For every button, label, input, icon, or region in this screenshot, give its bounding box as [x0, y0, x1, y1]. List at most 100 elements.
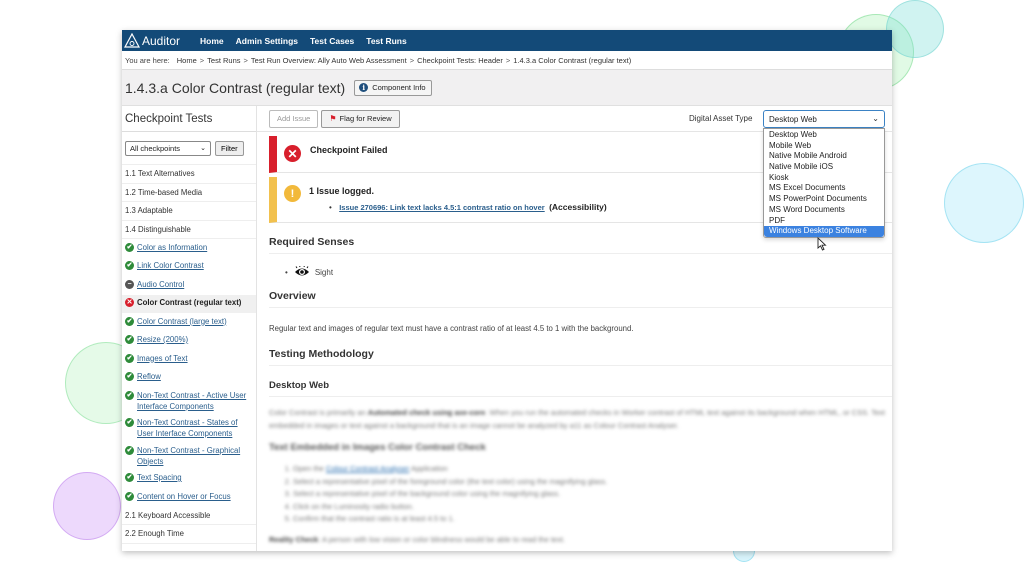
asset-type-option[interactable]: Windows Desktop Software: [764, 226, 884, 237]
step-text: Application: [409, 464, 448, 473]
step-item: Select a representative pixel of the for…: [293, 476, 892, 489]
breadcrumb-separator: >: [199, 55, 205, 65]
asset-type-option[interactable]: MS Word Documents: [764, 205, 884, 216]
bullet: •: [329, 203, 332, 212]
breadcrumb-home[interactable]: Home: [177, 56, 197, 65]
checkpoint-link[interactable]: Link Color Contrast: [137, 260, 204, 271]
mouse-cursor-icon: [817, 237, 827, 251]
check-circle-icon: ✔: [125, 445, 134, 455]
asset-type-option[interactable]: MS Excel Documents: [764, 183, 884, 194]
group-label: 1.4 Distinguishable: [125, 224, 191, 234]
breadcrumb-test-run-overview[interactable]: Test Run Overview: Ally Auto Web Assessm…: [251, 56, 407, 65]
nav-admin-settings[interactable]: Admin Settings: [236, 36, 298, 46]
sense-label: Sight: [314, 267, 334, 277]
checkpoint-sidebar: Checkpoint Tests All checkpoints ⌄ Filte…: [122, 106, 257, 551]
warning-icon: !: [284, 185, 301, 202]
asset-type-option[interactable]: Mobile Web: [764, 141, 884, 152]
checkpoint-link[interactable]: Text Spacing: [137, 472, 182, 483]
checkpoint-link[interactable]: Content on Hover or Focus: [137, 491, 231, 502]
checkpoint-link[interactable]: Color Contrast (large text): [137, 316, 227, 327]
sidebar-group[interactable]: 2.1 Keyboard Accessible: [122, 507, 256, 525]
decorative-circle: [944, 163, 1024, 243]
checkpoint-result: Checkpoint Failed: [310, 145, 388, 155]
sidebar-checkpoint: ✔ Color Contrast (large text): [122, 313, 256, 332]
overview-heading: Overview: [269, 290, 892, 308]
issue-link[interactable]: Issue 270696: Link text lacks 4.5:1 cont…: [339, 203, 545, 212]
component-info-button[interactable]: i Component Info: [354, 79, 432, 96]
checkpoint-link[interactable]: Non-Text Contrast - Graphical Objects: [137, 445, 253, 467]
sidebar-checkpoint: ✔ Reflow: [122, 369, 256, 388]
checkpoint-list: 1.1 Text Alternatives 1.2 Time-based Medi…: [122, 165, 256, 544]
asset-type-option[interactable]: MS PowerPoint Documents: [764, 194, 884, 205]
asset-type-dropdown: Desktop Web Mobile Web Native Mobile Andro…: [763, 128, 885, 238]
brand-logo[interactable]: Auditor: [124, 32, 181, 49]
sidebar-checkpoint: ✔ Resize (200%): [122, 332, 256, 351]
reality-check-text: : A person with low vision or color blin…: [318, 534, 566, 544]
asset-type-select[interactable]: Desktop Web ⌄: [763, 110, 885, 128]
asset-type-option[interactable]: Native Mobile Android: [764, 151, 884, 162]
sidebar-group[interactable]: 2.2 Enough Time: [122, 525, 256, 544]
filter-button[interactable]: Filter: [215, 140, 244, 156]
breadcrumb-test-runs[interactable]: Test Runs: [207, 56, 240, 65]
sidebar-group[interactable]: 1.2 Time-based Media: [122, 184, 256, 202]
testing-methodology-heading: Testing Methodology: [269, 348, 892, 366]
intro-bold: Automated check using axe-core: [367, 408, 486, 417]
methodology-intro: Color Contrast is primarily an Automated…: [269, 407, 892, 432]
checkpoint-link[interactable]: Reflow: [137, 371, 161, 382]
sidebar-checkpoint: − Audio Control: [122, 276, 256, 295]
sidebar-checkpoint: ✔ Link Color Contrast: [122, 258, 256, 277]
check-circle-icon: ✔: [125, 473, 134, 482]
brand-name: Auditor: [142, 33, 181, 48]
asset-type-option[interactable]: PDF: [764, 216, 884, 227]
checkpoint-filter-select[interactable]: All checkpoints ⌄: [125, 140, 211, 156]
breadcrumb-checkpoint-tests[interactable]: Checkpoint Tests: Header: [417, 56, 503, 65]
browser-window: Auditor Home Admin Settings Test Cases T…: [122, 30, 892, 551]
check-circle-icon: ✔: [125, 335, 134, 344]
asset-type-option[interactable]: Desktop Web: [764, 130, 884, 141]
sidebar-title: Checkpoint Tests: [122, 106, 256, 132]
checkpoint-link[interactable]: Resize (200%): [137, 334, 188, 345]
logo-icon: [124, 32, 140, 48]
checkpoint-link[interactable]: Non-Text Contrast - States of User Inter…: [137, 417, 253, 439]
asset-type-option[interactable]: Kiosk: [764, 173, 884, 184]
step-text: Open the: [293, 464, 326, 473]
platform-heading: Desktop Web: [269, 380, 892, 397]
issue-item: • Issue 270696: Link text lacks 4.5:1 co…: [329, 202, 607, 212]
flag-for-review-button[interactable]: ⚑ Flag for Review: [321, 109, 400, 128]
step-item: Open the Colour Contrast Analyser Applic…: [293, 463, 892, 476]
asset-type-option[interactable]: Native Mobile iOS: [764, 162, 884, 173]
sidebar-checkpoint: ✔ Content on Hover or Focus: [122, 488, 256, 507]
minus-circle-icon: −: [125, 279, 134, 289]
issues-logged-text: 1 Issue logged.: [309, 186, 375, 196]
group-label: 1.3 Adaptable: [125, 206, 173, 215]
nav-test-cases[interactable]: Test Cases: [310, 36, 354, 46]
breadcrumb: You are here: Home > Test Runs > Test Ru…: [122, 51, 892, 70]
overview-text: Regular text and images of regular text …: [269, 324, 634, 333]
checkpoint-link[interactable]: Non-Text Contrast - Active User Interfac…: [137, 390, 253, 412]
checkpoint-link[interactable]: Images of Text: [137, 353, 188, 364]
checkpoint-link[interactable]: Audio Control: [137, 279, 184, 290]
breadcrumb-separator: >: [409, 55, 415, 65]
methodology-content-blurred: Color Contrast is primarily an Automated…: [269, 407, 892, 546]
breadcrumb-separator: >: [243, 55, 248, 65]
sidebar-group[interactable]: 1.3 Adaptable: [122, 202, 256, 221]
check-circle-icon: ✔: [125, 372, 134, 381]
nav-test-runs[interactable]: Test Runs: [366, 36, 406, 46]
content-body: Checkpoint Tests All checkpoints ⌄ Filte…: [122, 106, 892, 551]
cca-link[interactable]: Colour Contrast Analyser: [326, 464, 409, 473]
sidebar-checkpoint: ✔ Images of Text: [122, 350, 256, 369]
check-circle-icon: ✔: [125, 242, 134, 252]
checkpoint-filter-value: All checkpoints: [130, 143, 181, 153]
page-title: 1.4.3.a Color Contrast (regular text): [125, 79, 346, 96]
sidebar-checkpoint: ✔ Non-Text Contrast - Active User Interfa…: [122, 387, 256, 415]
sidebar-group[interactable]: 1.4 Distinguishable: [122, 221, 256, 239]
checkpoint-link[interactable]: Color as Information: [137, 242, 207, 253]
check-circle-icon: ✔: [125, 418, 134, 427]
step-item: Select a representative pixel of the bac…: [293, 488, 892, 501]
sidebar-group[interactable]: 1.1 Text Alternatives: [122, 165, 256, 184]
add-issue-button[interactable]: Add Issue: [269, 109, 319, 128]
check-circle-icon: ✔: [125, 353, 134, 363]
nav-home[interactable]: Home: [200, 36, 224, 46]
checkpoint-current: Color Contrast (regular text): [137, 298, 242, 307]
check-circle-icon: ✔: [125, 316, 134, 326]
